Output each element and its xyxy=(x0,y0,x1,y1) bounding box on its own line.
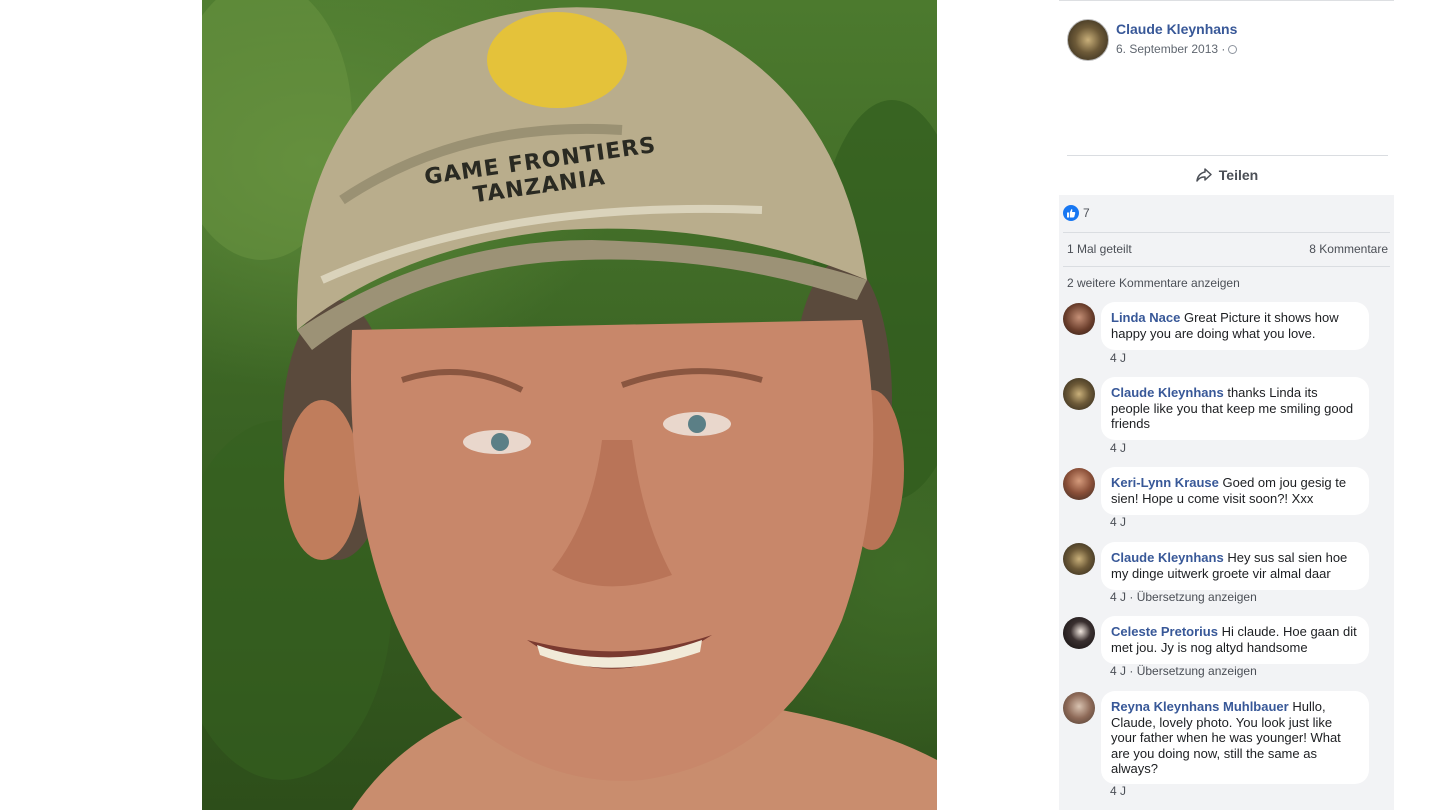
comment-bubble: Linda Nace Great Picture it shows how ha… xyxy=(1101,302,1369,350)
comment-age[interactable]: 4 J xyxy=(1110,515,1126,529)
commenter-avatar[interactable] xyxy=(1063,543,1095,575)
commenter-name[interactable]: Keri-Lynn Krause xyxy=(1111,475,1219,490)
post-header: Claude Kleynhans 6. September 2013 · Tei… xyxy=(1059,0,1394,195)
commenter-name[interactable]: Claude Kleynhans xyxy=(1111,550,1224,565)
comment-bubble: Celeste Pretorius Hi claude. Hoe gaan di… xyxy=(1101,616,1369,664)
globe-icon xyxy=(1228,45,1238,55)
comment-count[interactable]: 8 Kommentare xyxy=(1309,242,1388,256)
comment-age[interactable]: 4 J xyxy=(1110,351,1126,365)
view-more-comments-link[interactable]: 2 weitere Kommentare anzeigen xyxy=(1067,276,1240,290)
commenter-avatar[interactable] xyxy=(1063,303,1095,335)
commenter-avatar[interactable] xyxy=(1063,692,1095,724)
comment-bubble: Reyna Kleynhans Muhlbauer Hullo, Claude,… xyxy=(1101,691,1369,784)
commenter-name[interactable]: Linda Nace xyxy=(1111,310,1180,325)
comment-age[interactable]: 4 J · xyxy=(1110,590,1133,604)
post-sidebar: Claude Kleynhans 6. September 2013 · Tei… xyxy=(1059,0,1394,810)
comment-bubble: Claude Kleynhans Hey sus sal sien hoe my… xyxy=(1101,542,1369,590)
share-button[interactable]: Teilen xyxy=(1059,161,1394,189)
commenter-name[interactable]: Claude Kleynhans xyxy=(1111,385,1224,400)
divider xyxy=(1067,155,1388,156)
comment-meta: 4 J xyxy=(1110,515,1126,529)
comment-meta: 4 J xyxy=(1110,351,1126,365)
post-date-text[interactable]: 6. September 2013 · xyxy=(1116,42,1225,56)
see-translation-link[interactable]: Übersetzung anzeigen xyxy=(1137,664,1257,678)
commenter-name[interactable]: Reyna Kleynhans Muhlbauer xyxy=(1111,699,1289,714)
reaction-summary[interactable]: 7 xyxy=(1063,205,1090,221)
see-translation-link[interactable]: Übersetzung anzeigen xyxy=(1137,590,1257,604)
share-count[interactable]: 1 Mal geteilt xyxy=(1067,242,1132,256)
divider xyxy=(1063,232,1390,233)
author-name[interactable]: Claude Kleynhans xyxy=(1116,21,1237,37)
share-icon xyxy=(1196,168,1212,182)
comment-bubble: Claude Kleynhans thanks Linda its people… xyxy=(1101,377,1369,440)
comment-age[interactable]: 4 J · xyxy=(1110,664,1133,678)
like-icon xyxy=(1063,205,1079,221)
comment-bubble: Keri-Lynn Krause Goed om jou gesig te si… xyxy=(1101,467,1369,515)
share-label: Teilen xyxy=(1218,167,1259,183)
post-date: 6. September 2013 · xyxy=(1116,42,1238,56)
commenter-name[interactable]: Celeste Pretorius xyxy=(1111,624,1218,639)
divider xyxy=(1063,266,1390,267)
commenter-avatar[interactable] xyxy=(1063,378,1095,410)
comment-age[interactable]: 4 J xyxy=(1110,441,1126,455)
like-count: 7 xyxy=(1083,206,1090,220)
comment-meta: 4 J · Übersetzung anzeigen xyxy=(1110,590,1257,604)
comment-age[interactable]: 4 J xyxy=(1110,784,1126,798)
comment-meta: 4 J xyxy=(1110,784,1126,798)
author-avatar[interactable] xyxy=(1067,19,1109,61)
comment-meta: 4 J · Übersetzung anzeigen xyxy=(1110,664,1257,678)
post-photo[interactable]: GAME FRONTIERS TANZANIA xyxy=(202,0,937,810)
comment-meta: 4 J xyxy=(1110,441,1126,455)
portrait-illustration: GAME FRONTIERS TANZANIA xyxy=(202,0,937,810)
commenter-avatar[interactable] xyxy=(1063,468,1095,500)
commenter-avatar[interactable] xyxy=(1063,617,1095,649)
